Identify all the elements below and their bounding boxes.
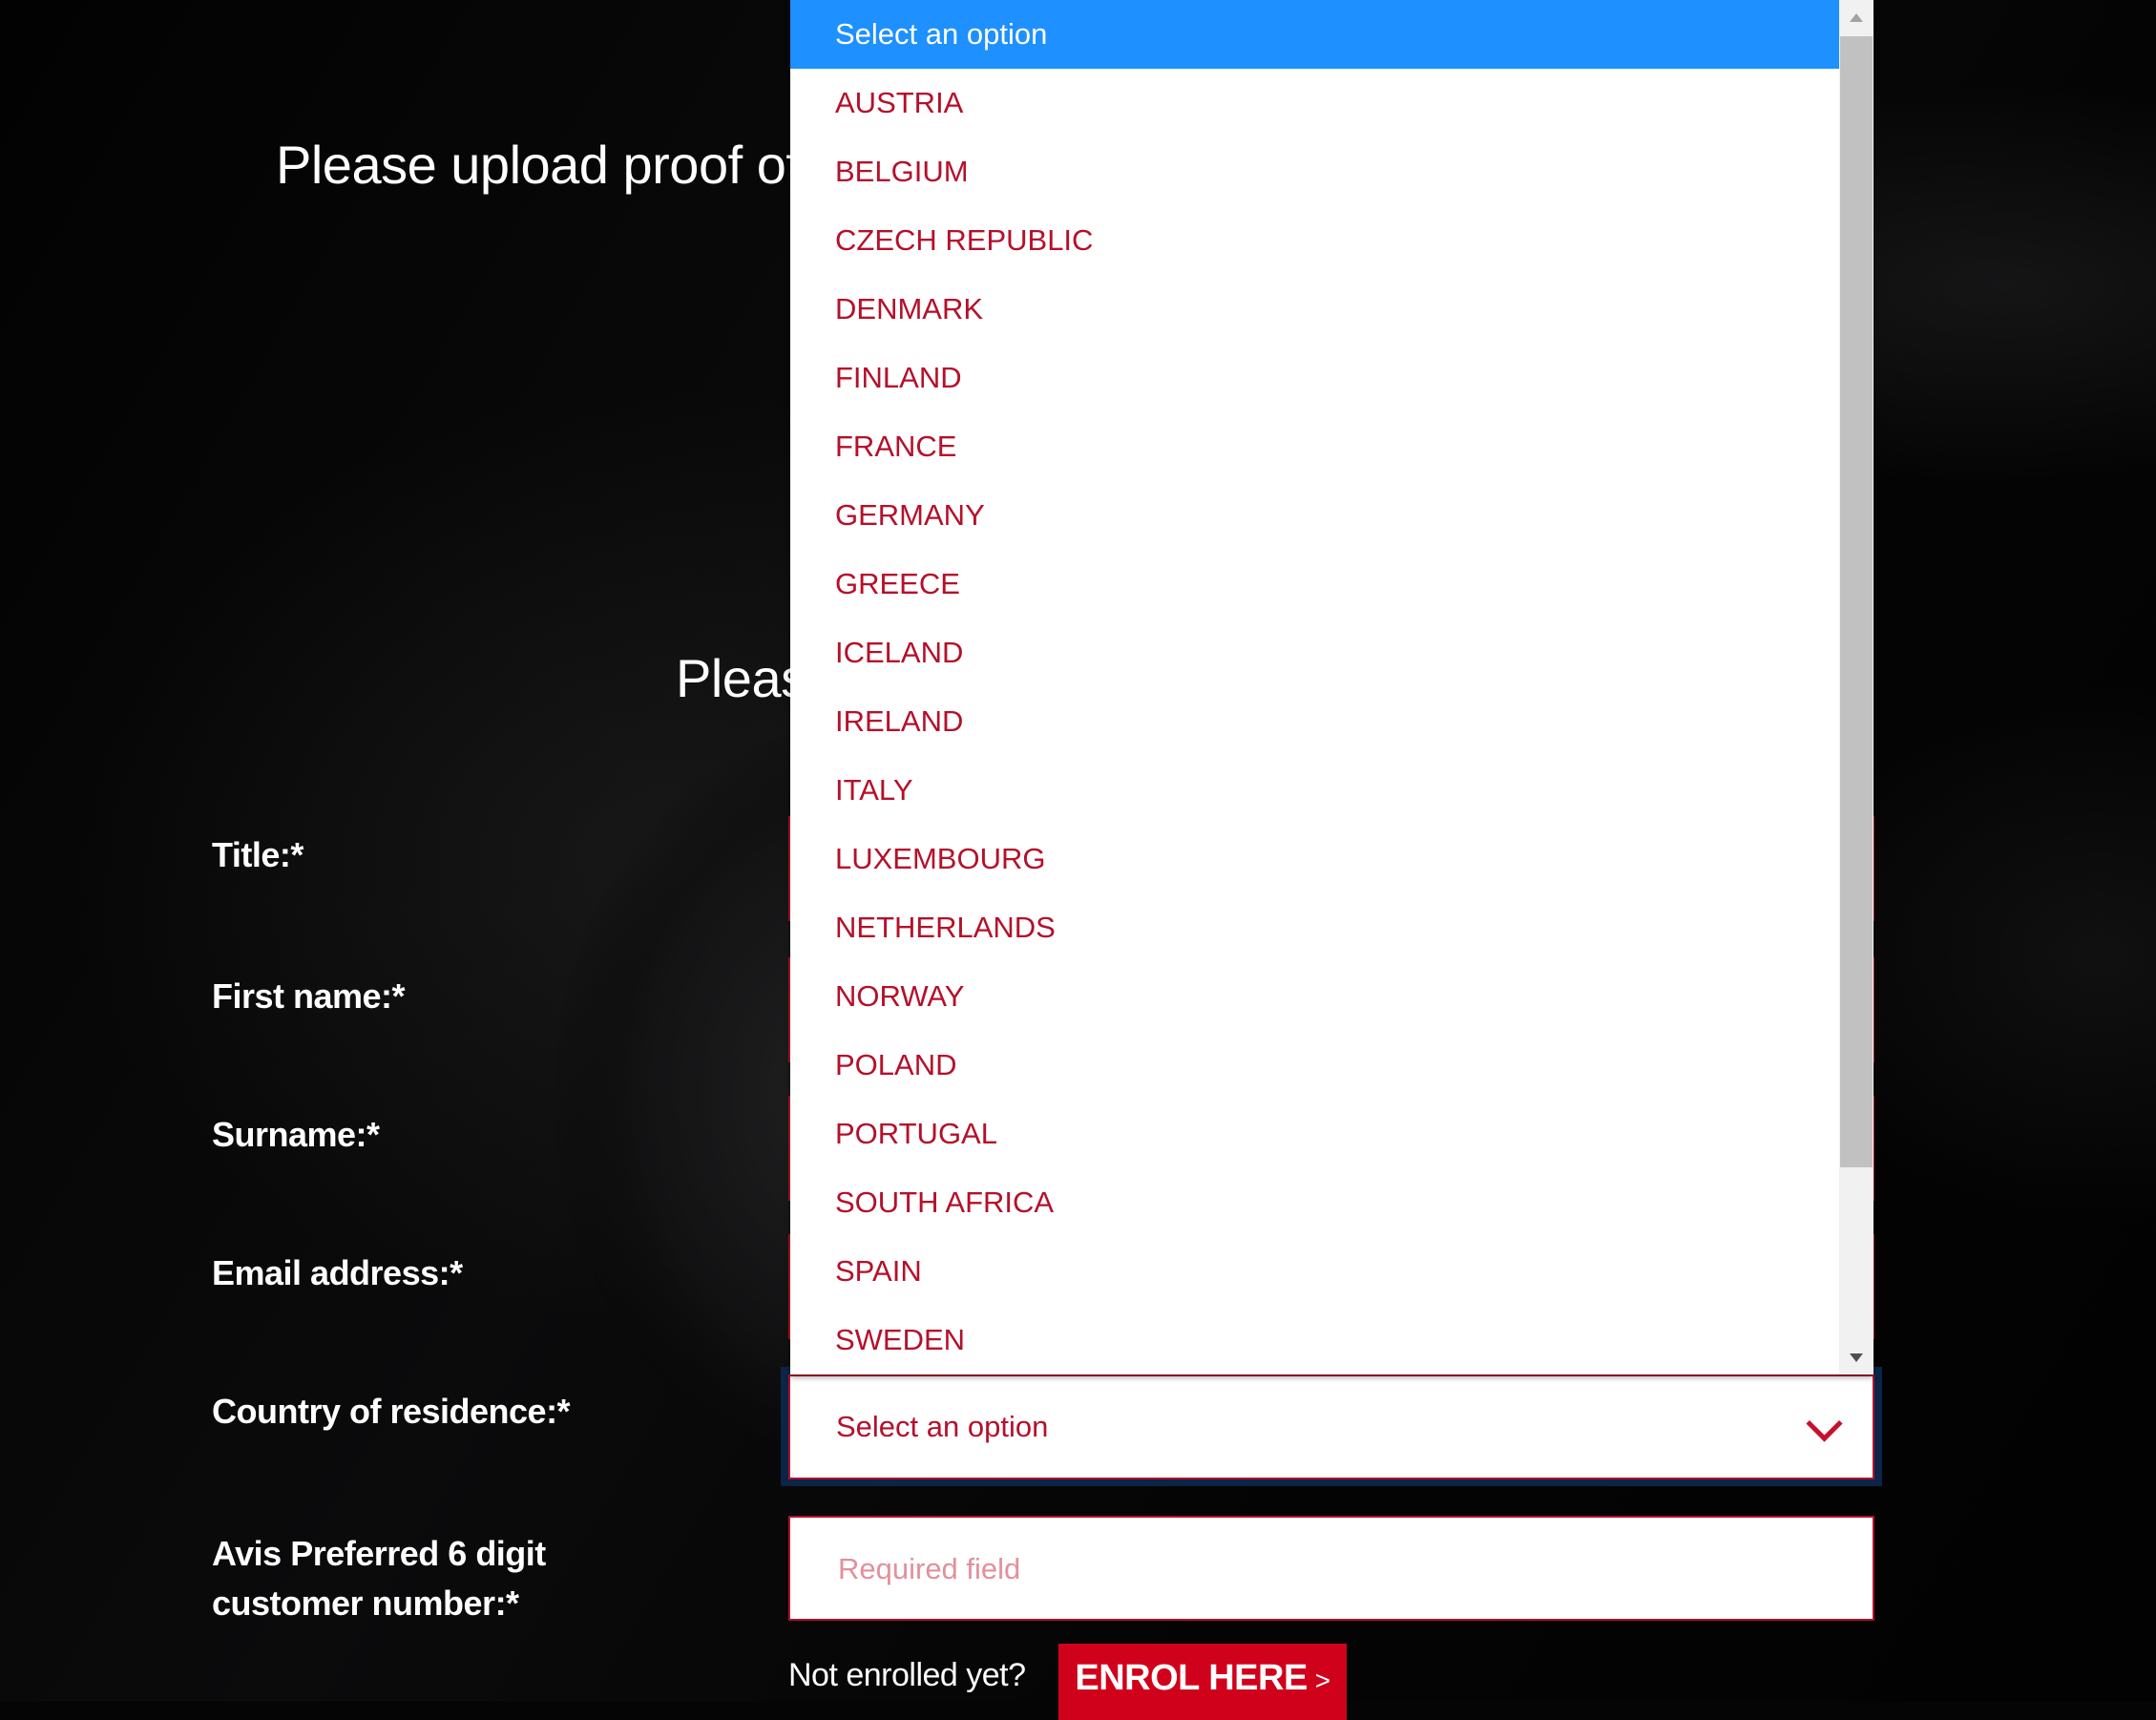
dropdown-option-netherlands[interactable]: NETHERLANDS (790, 893, 1839, 962)
dropdown-option-czech-republic[interactable]: CZECH REPUBLIC (790, 206, 1839, 275)
dropdown-option-luxembourg[interactable]: LUXEMBOURG (790, 825, 1839, 893)
country-select-value: Select an option (836, 1410, 1049, 1443)
title-label: Title:* (212, 835, 304, 874)
country-select[interactable]: Select an option (788, 1374, 1874, 1479)
surname-label: Surname:* (212, 1115, 380, 1154)
country-dropdown-list[interactable]: Select an option AUSTRIA BELGIUM CZECH R… (790, 0, 1873, 1374)
enrol-here-label: ENROL HERE (1075, 1658, 1308, 1698)
dropdown-options: Select an option AUSTRIA BELGIUM CZECH R… (790, 0, 1839, 1374)
section-heading: Pleas (676, 648, 807, 708)
customer-number-label-line1: Avis Preferred 6 digit (212, 1534, 546, 1573)
customer-number-label: Avis Preferred 6 digit customer number:* (212, 1529, 546, 1628)
scrollbar-thumb[interactable] (1840, 36, 1873, 1167)
dropdown-scrollbar[interactable] (1839, 0, 1873, 1374)
dropdown-option-south-africa[interactable]: SOUTH AFRICA (790, 1168, 1839, 1237)
scroll-down-arrow-icon[interactable] (1839, 1338, 1873, 1374)
customer-number-field[interactable] (788, 1516, 1874, 1621)
dropdown-option-norway[interactable]: NORWAY (790, 962, 1839, 1031)
dropdown-option-greece[interactable]: GREECE (790, 550, 1839, 619)
country-label: Country of residence:* (212, 1392, 571, 1431)
dropdown-option-germany[interactable]: GERMANY (790, 481, 1839, 550)
dropdown-option-belgium[interactable]: BELGIUM (790, 137, 1839, 206)
dropdown-option-iceland[interactable]: ICELAND (790, 619, 1839, 687)
dropdown-option-poland[interactable]: POLAND (790, 1031, 1839, 1100)
enrol-here-button[interactable]: ENROL HERE > (1058, 1644, 1347, 1720)
dropdown-option-austria[interactable]: AUSTRIA (790, 69, 1839, 137)
dropdown-option-spain[interactable]: SPAIN (790, 1237, 1839, 1306)
dropdown-option-select-an-option[interactable]: Select an option (790, 0, 1839, 69)
customer-number-input[interactable] (836, 1518, 1794, 1621)
dropdown-option-ireland[interactable]: IRELAND (790, 687, 1839, 756)
dropdown-option-italy[interactable]: ITALY (790, 756, 1839, 825)
dropdown-option-france[interactable]: FRANCE (790, 412, 1839, 481)
upload-proof-heading: Please upload proof of (276, 135, 801, 195)
scroll-up-arrow-icon[interactable] (1839, 0, 1873, 36)
chevron-down-icon[interactable] (1806, 1405, 1843, 1442)
chevron-right-icon: > (1314, 1666, 1330, 1695)
email-label: Email address:* (212, 1253, 463, 1292)
dropdown-option-sweden[interactable]: SWEDEN (790, 1306, 1839, 1374)
dropdown-option-denmark[interactable]: DENMARK (790, 275, 1839, 344)
dropdown-option-portugal[interactable]: PORTUGAL (790, 1100, 1839, 1168)
dropdown-option-finland[interactable]: FINLAND (790, 344, 1839, 412)
first-name-label: First name:* (212, 976, 406, 1016)
customer-number-label-line2: customer number:* (212, 1584, 519, 1623)
not-enrolled-text: Not enrolled yet? (788, 1657, 1026, 1693)
